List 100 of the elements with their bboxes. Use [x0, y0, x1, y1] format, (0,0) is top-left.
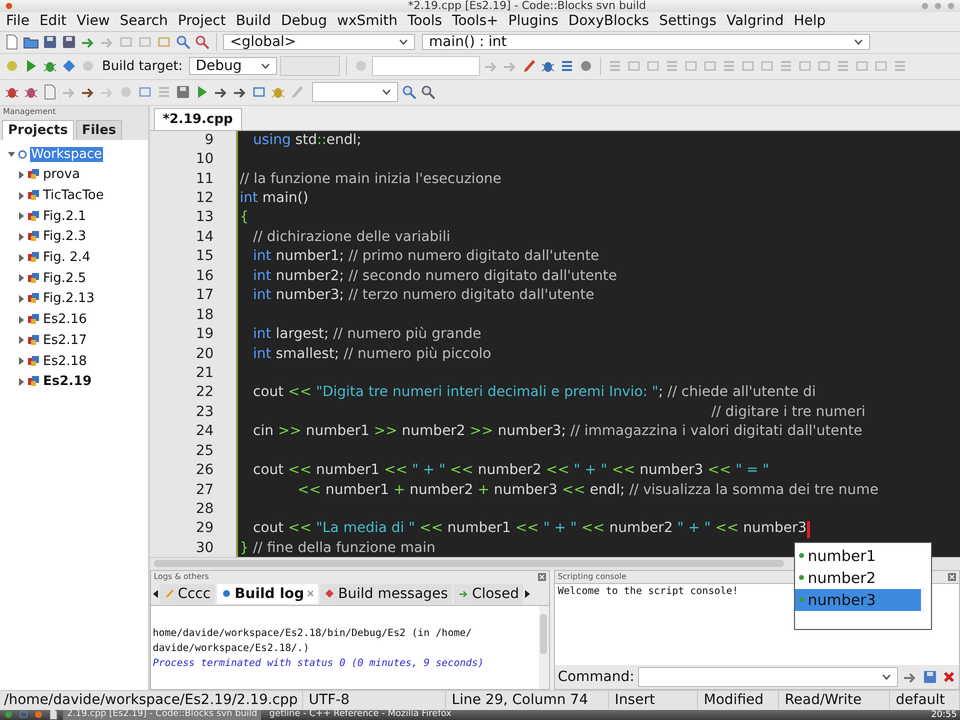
expander-icon[interactable] [18, 232, 25, 241]
expander-icon[interactable] [18, 357, 25, 366]
save-icon[interactable] [922, 668, 938, 685]
menu-item[interactable]: File [1, 13, 34, 30]
code-line: cout << number1 << " + " << number2 << " + " << number3 << " = " [252, 461, 770, 480]
tab[interactable]: Build log [216, 584, 318, 604]
taskbar-window[interactable]: 2.19.cpp [Es2.19] - Code::Blocks svn build [63, 710, 262, 720]
tab[interactable]: Projects [2, 120, 74, 140]
search-icon[interactable] [420, 84, 436, 100]
variable-icon [798, 553, 804, 558]
menu-item[interactable]: Edit [34, 13, 72, 30]
scope-dropdown[interactable]: <global> [223, 34, 415, 50]
minimize-button[interactable] [920, 1, 930, 11]
expander-icon[interactable] [18, 212, 25, 220]
menu-item[interactable]: View [72, 13, 115, 30]
square-icon[interactable] [18, 710, 29, 720]
tab[interactable]: Closed [454, 584, 523, 604]
tab[interactable]: Cccc [160, 584, 215, 604]
menu-item[interactable]: Project [172, 13, 231, 30]
tree-item[interactable]: Es2.19 [42, 374, 93, 390]
menu-item[interactable]: Search [114, 13, 173, 30]
search-field[interactable] [372, 56, 480, 76]
menu-item[interactable]: Debug [276, 13, 332, 30]
close-button[interactable] [946, 1, 956, 11]
tree-item[interactable]: Workspace [30, 146, 104, 162]
menu-item[interactable]: Plugins [503, 13, 564, 30]
code-line: int smallest; // numero più piccolo [252, 344, 492, 364]
tree-item[interactable]: Fig.2.13 [42, 291, 96, 306]
menu-item[interactable]: Help [788, 13, 831, 30]
expander-icon[interactable] [8, 150, 15, 158]
tree-item[interactable]: TicTacToe [42, 188, 105, 204]
tree-item[interactable]: Fig.2.5 [42, 270, 88, 286]
save-icon[interactable] [61, 34, 77, 50]
save-icon[interactable] [175, 84, 191, 100]
expander-icon[interactable] [18, 170, 25, 179]
code-line: cout << "La media di " << number1 << " + " << number2 " + " << number3 [252, 519, 807, 538]
input-field[interactable] [280, 56, 340, 76]
menu-item[interactable]: Settings [654, 13, 722, 30]
circle-icon[interactable] [3, 710, 14, 720]
expander-icon[interactable] [18, 294, 25, 303]
code-line: // digitare i tre numeri [710, 402, 866, 422]
expander-icon[interactable] [18, 336, 25, 344]
diamond-icon[interactable] [61, 58, 77, 74]
menu-item[interactable]: Valgrind [721, 13, 789, 30]
project-icon [28, 231, 39, 242]
clear-icon[interactable] [942, 670, 956, 684]
workspace-icon [18, 150, 27, 159]
log-line: davide/workspace/Es2.18/.) [152, 642, 310, 656]
scrollbar-thumb[interactable] [154, 560, 784, 568]
circle-icon[interactable] [33, 710, 44, 720]
search-icon[interactable] [175, 34, 191, 50]
code-line: cin >> number1 >> number2 >> number3; // immagazzina i valori digitati dall'utente [252, 422, 862, 442]
expander-icon[interactable] [18, 254, 25, 262]
suggestion-item[interactable]: number1 [794, 544, 921, 567]
expander-icon[interactable] [18, 378, 25, 386]
menu-item[interactable]: Tools+ [447, 13, 504, 30]
suggestion-item[interactable]: number3 [794, 588, 921, 611]
tree-item[interactable]: prova [42, 167, 81, 182]
line-number: 17 [194, 286, 215, 306]
menu-item[interactable]: wxSmith [332, 13, 403, 30]
code-line: cout << "Digita tre numeri interi decimali e premi Invio: "; // chiede all'utente di [252, 383, 816, 402]
menu-item[interactable]: DoxyBlocks [563, 13, 654, 30]
menu-item[interactable]: Tools [402, 13, 448, 30]
save-icon[interactable] [42, 34, 58, 50]
tree-item[interactable]: Es2.17 [42, 332, 88, 348]
line-number: 30 [194, 538, 215, 557]
maximize-button[interactable] [933, 1, 943, 11]
tree-item[interactable]: Fig. 2.4 [42, 250, 92, 266]
dropdown-caret-icon [260, 63, 270, 70]
code-line: int main() [240, 189, 308, 208]
build-target-dropdown[interactable]: Debug [188, 57, 277, 76]
project-icon [28, 272, 39, 284]
menu-item[interactable]: Build [230, 13, 276, 30]
diamond-icon [324, 588, 336, 600]
tree-item[interactable]: Es2.18 [42, 354, 88, 369]
close-icon[interactable] [307, 590, 314, 598]
expander-icon[interactable] [18, 192, 25, 200]
code-line: // dichirazione delle variabili [252, 228, 450, 247]
function-dropdown[interactable]: main() : int [422, 34, 870, 50]
scrollbar-thumb[interactable] [540, 614, 548, 654]
expander-icon[interactable] [18, 274, 25, 282]
tab[interactable]: Build messages [320, 584, 452, 604]
tree-item[interactable]: Fig.2.3 [42, 229, 88, 244]
project-icon [28, 356, 39, 367]
tree-item[interactable]: Es2.16 [42, 312, 88, 328]
project-icon [28, 190, 39, 202]
panel-title: Scripting console [558, 572, 626, 582]
search-icon[interactable] [401, 84, 417, 100]
file-tab[interactable]: *2.19.cpp [154, 108, 242, 130]
expander-icon[interactable] [18, 316, 25, 324]
search-icon[interactable] [194, 34, 210, 50]
arrow-icon [458, 588, 469, 600]
line-number: 21 [194, 364, 215, 383]
taskbar-window[interactable]: getline - C++ Reference - Mozilla Firefox [265, 710, 456, 720]
circle-icon [4, 1, 14, 11]
command-field[interactable] [638, 666, 898, 687]
tab[interactable]: Files [76, 120, 122, 140]
dropdown[interactable] [312, 82, 398, 102]
variable-icon [798, 597, 804, 602]
tree-item[interactable]: Fig.2.1 [42, 208, 88, 224]
